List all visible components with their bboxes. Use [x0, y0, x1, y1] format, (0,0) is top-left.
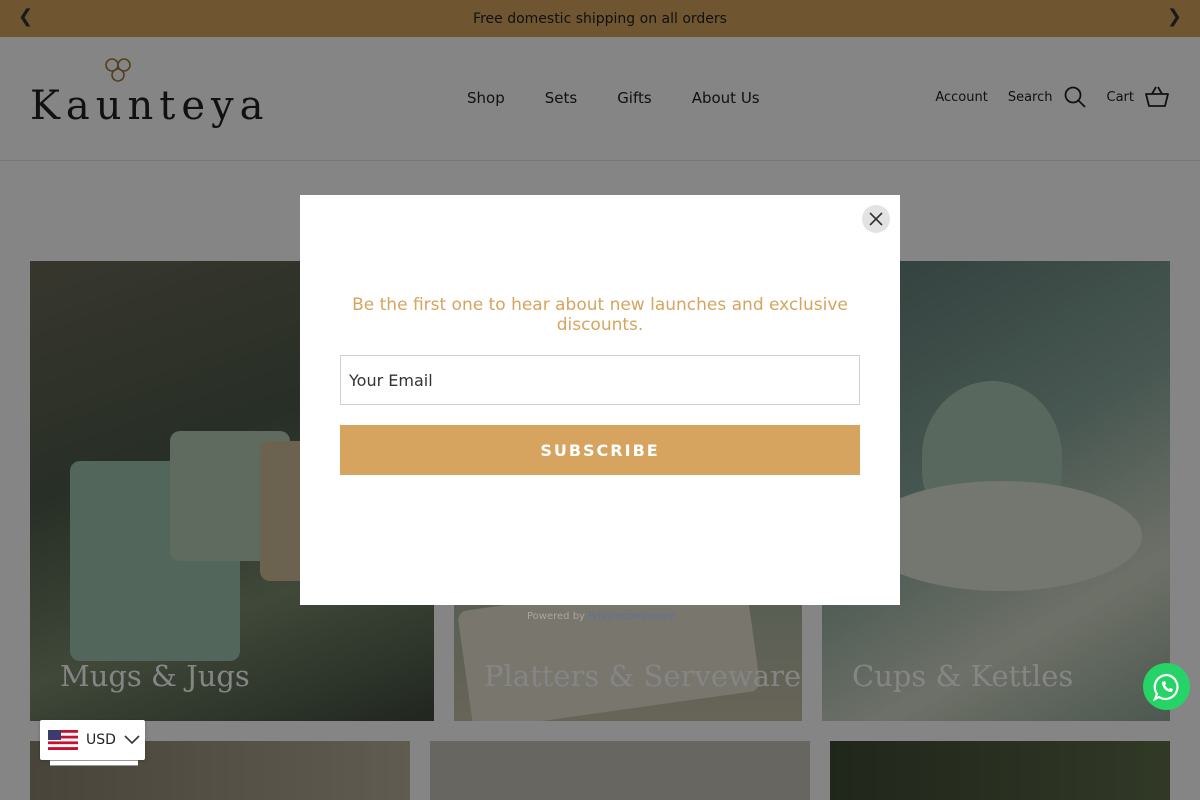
- currency-selector[interactable]: USD: [40, 720, 145, 760]
- currency-dropdown-edge: [50, 760, 138, 766]
- email-field[interactable]: [340, 355, 860, 405]
- newsletter-heading: Sign up for our Newsletter!: [410, 239, 790, 270]
- chevron-down-icon: [124, 735, 140, 745]
- whatsapp-button[interactable]: [1143, 663, 1190, 710]
- newsletter-subheading: Be the first one to hear about new launc…: [352, 295, 848, 335]
- currency-code: USD: [86, 732, 116, 748]
- us-flag-icon: [48, 730, 78, 750]
- close-icon: [869, 212, 883, 226]
- whatsapp-icon: [1152, 673, 1179, 701]
- close-button[interactable]: [862, 205, 890, 233]
- newsletter-modal: Sign up for our Newsletter! Be the first…: [300, 195, 900, 605]
- powered-by: Powered by Privy/ecommerce: [527, 611, 676, 622]
- powered-by-brand-link[interactable]: Privy/ecommerce: [588, 611, 675, 622]
- subscribe-button[interactable]: SUBSCRIBE: [340, 425, 860, 475]
